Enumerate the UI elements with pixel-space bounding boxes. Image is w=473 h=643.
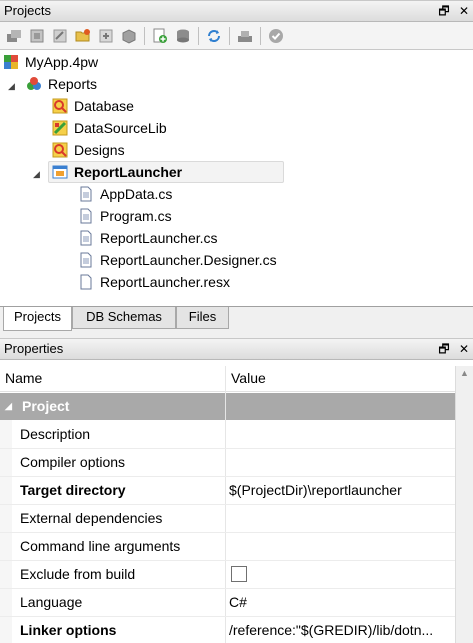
project-tree: MyApp.4pw ◢ Reports Database DataSourceL… bbox=[0, 50, 473, 306]
code-file-icon bbox=[80, 230, 92, 246]
resource-file-icon bbox=[80, 274, 92, 290]
refresh-icon[interactable] bbox=[204, 26, 224, 46]
property-grid-header: Name Value bbox=[0, 366, 455, 392]
property-value[interactable]: C# bbox=[229, 594, 453, 610]
property-row-external-dependencies[interactable]: External dependencies bbox=[0, 505, 455, 533]
column-header-value[interactable]: Value bbox=[231, 370, 266, 386]
tree-node-label: Reports bbox=[48, 76, 98, 92]
package-icon[interactable] bbox=[119, 26, 139, 46]
reports-folder-icon bbox=[27, 77, 41, 90]
property-name: Exclude from build bbox=[20, 566, 136, 582]
property-name: Compiler options bbox=[20, 454, 126, 470]
property-grid: Name Value ◢ Project Description Compile… bbox=[0, 360, 473, 643]
app-project-icon bbox=[52, 165, 68, 179]
tab-projects[interactable]: Projects bbox=[3, 307, 72, 331]
tree-node-file[interactable]: AppData.cs bbox=[78, 183, 172, 205]
tree-node-designs[interactable]: Designs bbox=[52, 139, 125, 161]
category-row-project[interactable]: ◢ Project bbox=[0, 393, 455, 420]
validate-icon[interactable] bbox=[266, 26, 286, 46]
property-row-compiler-options[interactable]: Compiler options bbox=[0, 449, 455, 477]
float-panel-icon[interactable]: 🗗 bbox=[438, 342, 449, 356]
tree-node-label: Designs bbox=[74, 142, 125, 158]
expand-toggle-icon[interactable]: ◢ bbox=[33, 169, 40, 180]
tree-node-file[interactable]: ReportLauncher.resx bbox=[78, 271, 230, 293]
build-all-icon[interactable] bbox=[27, 26, 47, 46]
property-name: Target directory bbox=[20, 482, 126, 498]
exclude-from-build-checkbox[interactable] bbox=[231, 566, 247, 582]
toolbar-separator bbox=[198, 26, 199, 45]
property-name: Linker options bbox=[20, 622, 117, 638]
tree-node-label: MyApp.4pw bbox=[25, 54, 99, 70]
property-row-description[interactable]: Description bbox=[0, 421, 455, 449]
float-panel-icon[interactable]: 🗗 bbox=[438, 4, 449, 18]
projects-toolbar bbox=[0, 22, 473, 50]
close-panel-icon[interactable]: ✕ bbox=[459, 342, 469, 356]
tree-node-label: ReportLauncher bbox=[74, 164, 183, 180]
code-file-icon bbox=[80, 186, 92, 202]
add-item-icon[interactable] bbox=[150, 26, 170, 46]
tree-node-label: ReportLauncher.cs bbox=[100, 230, 218, 246]
build-icon[interactable] bbox=[4, 26, 24, 46]
tree-node-reports[interactable]: Reports bbox=[26, 73, 97, 95]
tab-files[interactable]: Files bbox=[176, 307, 229, 329]
tab-db-schemas[interactable]: DB Schemas bbox=[72, 307, 176, 329]
deploy-icon[interactable] bbox=[235, 26, 255, 46]
property-name: Description bbox=[20, 426, 91, 442]
tree-node-database[interactable]: Database bbox=[52, 95, 134, 117]
open-folder-icon[interactable] bbox=[73, 26, 93, 46]
panel-tab-strip: Projects DB Schemas Files bbox=[0, 306, 473, 338]
clean-icon[interactable] bbox=[50, 26, 70, 46]
collapse-toggle-icon[interactable]: ◢ bbox=[5, 393, 12, 420]
category-label: Project bbox=[22, 398, 70, 414]
property-row-exclude-from-build[interactable]: Exclude from build bbox=[0, 561, 455, 589]
property-row-command-line-arguments[interactable]: Command line arguments bbox=[0, 533, 455, 561]
properties-panel-title: Properties bbox=[4, 341, 64, 356]
properties-panel-header: Properties 🗗 ✕ bbox=[0, 338, 473, 360]
code-file-icon bbox=[80, 208, 92, 224]
tree-node-file[interactable]: ReportLauncher.Designer.cs bbox=[78, 249, 277, 271]
property-row-linker-options[interactable]: Linker options /reference:"$(GREDIR)/lib… bbox=[0, 617, 455, 643]
scroll-up-icon[interactable]: ▲ bbox=[460, 368, 469, 378]
tree-node-label: DataSourceLib bbox=[74, 120, 167, 136]
property-row-target-directory[interactable]: Target directory $(ProjectDir)\reportlau… bbox=[0, 477, 455, 505]
tree-node-label: AppData.cs bbox=[100, 186, 173, 202]
expand-toggle-icon[interactable]: ◢ bbox=[8, 81, 15, 92]
datasource-icon bbox=[52, 120, 68, 136]
toolbar-separator bbox=[144, 26, 145, 45]
report-icon bbox=[52, 142, 68, 158]
toolbar-separator bbox=[260, 26, 261, 45]
column-header-name[interactable]: Name bbox=[5, 370, 42, 386]
code-file-icon bbox=[80, 252, 92, 268]
tree-node-label: Database bbox=[74, 98, 134, 114]
tree-node-label: Program.cs bbox=[100, 208, 172, 224]
projects-panel-title: Projects bbox=[4, 3, 51, 18]
close-panel-icon[interactable]: ✕ bbox=[459, 4, 469, 18]
tree-node-label: ReportLauncher.resx bbox=[100, 274, 230, 290]
property-name: Command line arguments bbox=[20, 538, 181, 554]
solution-icon bbox=[4, 55, 18, 69]
vertical-scrollbar[interactable]: ▲ bbox=[455, 366, 473, 643]
tree-node-reportlauncher[interactable]: ReportLauncher bbox=[48, 161, 284, 183]
settings-icon[interactable] bbox=[96, 26, 116, 46]
property-value[interactable]: /reference:"$(GREDIR)/lib/dotn... bbox=[229, 622, 453, 638]
projects-panel-header: Projects 🗗 ✕ bbox=[0, 0, 473, 22]
tree-node-label: ReportLauncher.Designer.cs bbox=[100, 252, 277, 268]
tree-node-root[interactable]: MyApp.4pw bbox=[3, 51, 98, 73]
property-name: External dependencies bbox=[20, 510, 163, 526]
property-row-language[interactable]: Language C# bbox=[0, 589, 455, 617]
tree-node-datasourcelib[interactable]: DataSourceLib bbox=[52, 117, 167, 139]
toolbar-separator bbox=[229, 26, 230, 45]
tree-node-file[interactable]: Program.cs bbox=[78, 205, 172, 227]
database-icon[interactable] bbox=[173, 26, 193, 46]
property-value[interactable]: $(ProjectDir)\reportlauncher bbox=[229, 482, 453, 498]
property-name: Language bbox=[20, 594, 83, 610]
tree-node-file[interactable]: ReportLauncher.cs bbox=[78, 227, 218, 249]
report-icon bbox=[52, 98, 68, 114]
